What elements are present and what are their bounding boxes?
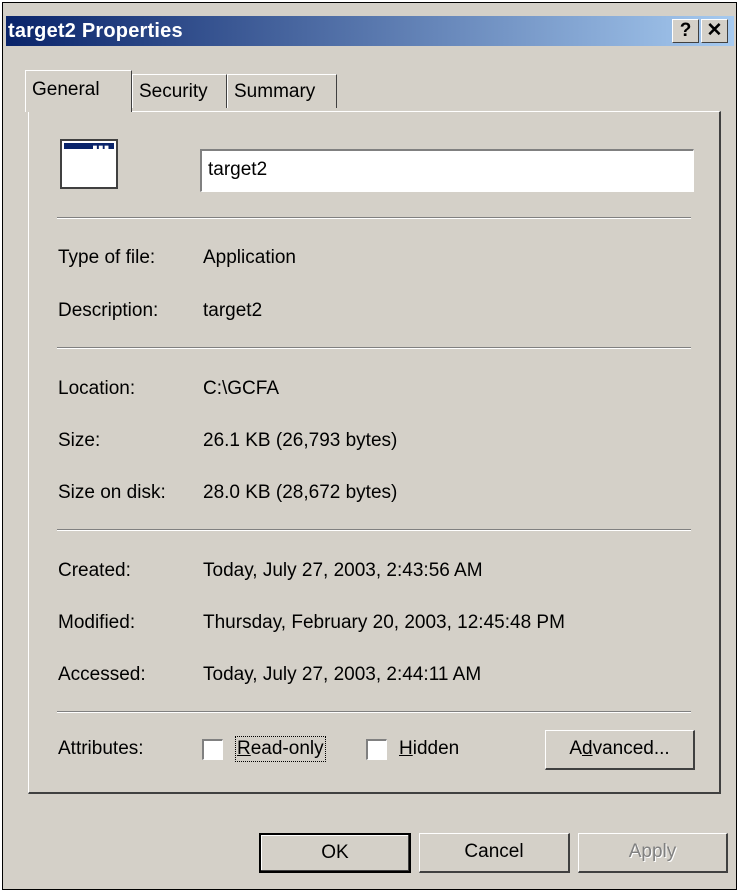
help-button[interactable]: ? [672,19,699,43]
size-on-disk-value: 28.0 KB (28,672 bytes) [203,482,398,503]
accessed-value: Today, July 27, 2003, 2:44:11 AM [203,664,482,685]
advanced-button[interactable]: Advanced... [545,730,695,770]
application-window-icon: ■■■ [60,139,118,189]
readonly-checkbox[interactable] [202,739,223,760]
size-on-disk-label: Size on disk: [58,482,166,503]
created-label: Created: [58,560,131,581]
separator [57,711,691,713]
description-value: target2 [203,300,263,321]
modified-label: Modified: [58,612,136,633]
ok-button[interactable]: OK [259,833,411,873]
location-label: Location: [58,378,136,399]
hidden-checkbox[interactable] [366,739,387,760]
tab-summary[interactable]: Summary [227,74,337,108]
separator [57,347,691,349]
separator [57,217,691,219]
window-title: target2 Properties [8,20,183,42]
modified-value: Thursday, February 20, 2003, 12:45:48 PM [203,612,565,633]
readonly-label[interactable]: Read-only [235,736,326,762]
type-label: Type of file: [58,247,156,268]
general-tab-panel [28,111,721,794]
accessed-label: Accessed: [58,664,146,685]
close-button[interactable]: ✕ [701,19,728,43]
file-name-input[interactable]: target2 [200,149,694,192]
type-value: Application [203,247,296,268]
title-bar[interactable]: target2 Properties ? ✕ [6,16,734,46]
size-label: Size: [58,430,101,451]
attributes-label: Attributes: [58,738,144,759]
size-value: 26.1 KB (26,793 bytes) [203,430,398,451]
separator [57,529,691,531]
tab-security[interactable]: Security [132,74,227,108]
created-value: Today, July 27, 2003, 2:43:56 AM [203,560,483,581]
hidden-label[interactable]: Hidden [399,738,459,760]
location-value: C:\GCFA [203,378,280,399]
description-label: Description: [58,300,159,321]
cancel-button[interactable]: Cancel [419,833,570,873]
apply-button[interactable]: Apply [578,833,728,873]
tab-general[interactable]: General [25,70,132,112]
